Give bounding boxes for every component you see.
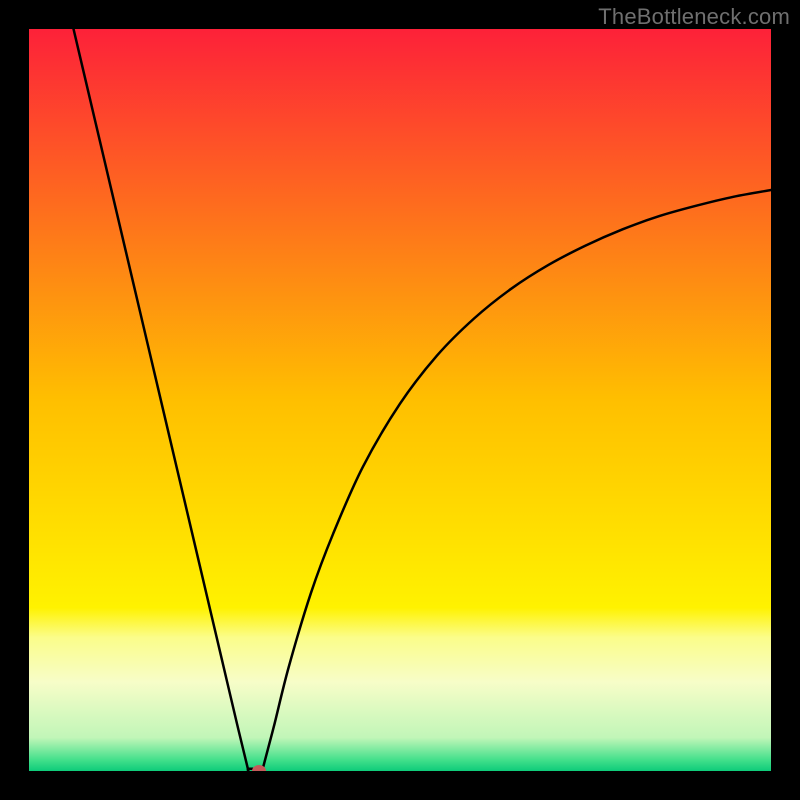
bottleneck-chart bbox=[29, 29, 771, 771]
gradient-bg bbox=[29, 29, 771, 771]
plot-area bbox=[29, 29, 771, 771]
minimum-marker bbox=[252, 765, 266, 771]
watermark-text: TheBottleneck.com bbox=[598, 4, 790, 30]
chart-frame: TheBottleneck.com bbox=[0, 0, 800, 800]
curve-path bbox=[74, 29, 771, 771]
